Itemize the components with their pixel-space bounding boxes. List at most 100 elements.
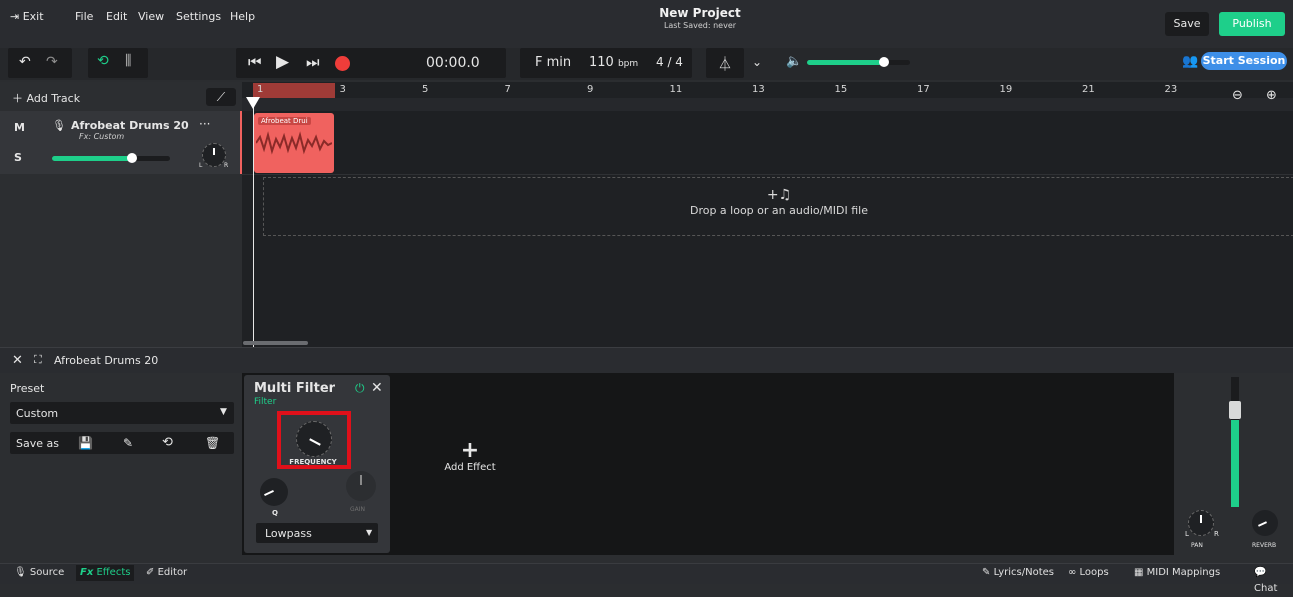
- delete-icon[interactable]: 🗑: [205, 436, 220, 450]
- playhead-marker[interactable]: [246, 97, 260, 109]
- track-pan-knob[interactable]: [202, 143, 226, 167]
- drop-zone[interactable]: +♫ Drop a loop or an audio/MIDI file: [263, 177, 1293, 236]
- split-icon[interactable]: ⫼: [125, 53, 131, 69]
- track-menu-icon[interactable]: ···: [199, 117, 210, 131]
- menu-edit[interactable]: Edit: [106, 10, 127, 23]
- tab-editor[interactable]: ✐ Editor: [142, 565, 191, 581]
- pan-l-label: L: [199, 162, 203, 169]
- add-track-button[interactable]: ＋ Add Track: [12, 90, 80, 106]
- gain-indicator: [360, 475, 362, 485]
- publish-button[interactable]: Publish: [1219, 12, 1285, 36]
- pencil-icon: ✎: [982, 567, 991, 578]
- menu-file[interactable]: File: [75, 10, 93, 23]
- add-user-icon[interactable]: 👥: [1182, 54, 1198, 69]
- reverb-label: REVERB: [1252, 542, 1277, 549]
- tab-loops[interactable]: ∞ Loops: [1064, 565, 1113, 581]
- pan-knob[interactable]: [1188, 510, 1214, 536]
- channel-fader-level: [1231, 420, 1239, 507]
- q-knob[interactable]: [260, 478, 288, 506]
- menu-help[interactable]: Help: [230, 10, 255, 23]
- ruler-strip: [242, 98, 1293, 111]
- exit-button[interactable]: ⇥ Exit: [10, 10, 44, 23]
- track-lane[interactable]: [242, 111, 1293, 175]
- loop-split-group: ⟲ ⫼: [88, 48, 148, 78]
- reverb-knob[interactable]: [1252, 510, 1278, 536]
- automation-button[interactable]: ⟋: [206, 88, 236, 106]
- tab-midi[interactable]: ▦ MIDI Mappings: [1130, 565, 1224, 581]
- ruler-number: 1: [257, 84, 264, 95]
- horizontal-scrollbar[interactable]: [243, 341, 308, 345]
- pan-r-label: R: [224, 162, 229, 169]
- power-icon[interactable]: ⏻: [355, 381, 365, 396]
- playhead[interactable]: [253, 98, 254, 347]
- mute-button[interactable]: M: [14, 121, 25, 134]
- dropdown-icon: ▼: [220, 407, 227, 417]
- edit-icon[interactable]: ✎: [123, 436, 133, 450]
- undo-redo-group: ↶ ↷: [8, 48, 72, 78]
- ruler-number: 23: [1164, 84, 1178, 95]
- ruler-number: 19: [999, 84, 1013, 95]
- record-icon[interactable]: [335, 56, 350, 71]
- track-fx: Fx: Custom: [79, 132, 125, 141]
- pencil-icon: ✐: [146, 567, 155, 578]
- start-session-button[interactable]: Start Session: [1201, 52, 1287, 70]
- solo-button[interactable]: S: [14, 151, 22, 164]
- volume-icon: 🔈: [786, 54, 803, 69]
- music-note-icon: +♫: [766, 187, 792, 203]
- dropdown-icon: ▼: [366, 528, 373, 537]
- loop-range[interactable]: [253, 83, 335, 98]
- project-title: New Project: [659, 6, 741, 20]
- zoom-in-icon[interactable]: ⊕: [1266, 88, 1277, 103]
- ruler-number: 9: [587, 84, 594, 95]
- zoom-out-icon[interactable]: ⊖: [1232, 88, 1243, 103]
- ruler-number: 7: [504, 84, 511, 95]
- key-display[interactable]: F min: [535, 55, 571, 70]
- menu-settings[interactable]: Settings: [176, 10, 221, 23]
- preset-select[interactable]: Custom ▼: [10, 402, 234, 424]
- add-effect-button[interactable]: + Add Effect: [440, 438, 500, 474]
- gain-knob[interactable]: [346, 471, 376, 501]
- track-name[interactable]: Afrobeat Drums 20: [71, 119, 189, 132]
- save-as-button[interactable]: Save as: [16, 437, 59, 450]
- expand-icon[interactable]: ⛶: [34, 353, 42, 367]
- effect-subtitle: Filter: [254, 397, 277, 407]
- undo-icon[interactable]: ↶: [19, 54, 31, 70]
- save-button[interactable]: Save: [1165, 12, 1209, 36]
- audio-clip[interactable]: Afrobeat Drui: [254, 113, 334, 173]
- filter-type-select[interactable]: Lowpass ▼: [256, 523, 378, 543]
- infinity-icon: ∞: [1068, 567, 1077, 578]
- automation-icon: ⟋: [216, 90, 226, 104]
- metronome-icon: ⏃: [718, 57, 732, 73]
- chevron-down-icon[interactable]: ⌄: [752, 55, 762, 69]
- skip-back-icon[interactable]: ⏮: [248, 53, 262, 71]
- bpm-display[interactable]: 110 bpm: [589, 55, 638, 70]
- preset-actions: Save as 💾 ✎ ⟲ 🗑: [10, 432, 234, 454]
- transport-group: ⏮ ▶ ⏭ 00:00.0: [236, 48, 506, 78]
- history-icon[interactable]: ⟲: [162, 435, 173, 450]
- tab-chat[interactable]: 💬 Chat: [1250, 565, 1293, 594]
- time-signature[interactable]: 4 / 4: [656, 55, 683, 69]
- skip-forward-icon[interactable]: ⏭: [306, 53, 320, 71]
- tab-lyrics[interactable]: ✎ Lyrics/Notes: [978, 565, 1058, 581]
- save-icon[interactable]: 💾: [78, 436, 93, 450]
- reverb-indicator: [1257, 521, 1268, 527]
- q-label: Q: [272, 509, 278, 517]
- plus-icon: +: [460, 438, 480, 463]
- ruler-number: 15: [834, 84, 848, 95]
- play-icon[interactable]: ▶: [276, 52, 289, 72]
- highlight-box: [277, 411, 351, 469]
- panel-title: Afrobeat Drums 20: [54, 354, 159, 367]
- fx-icon: Fx: [80, 567, 94, 578]
- close-effect-icon[interactable]: ✕: [371, 380, 383, 396]
- time-display: 00:00.0: [426, 55, 480, 71]
- menu-view[interactable]: View: [138, 10, 164, 23]
- exit-icon: ⇥: [10, 10, 20, 23]
- panel-header: ✕ ⛶ Afrobeat Drums 20: [0, 347, 1293, 374]
- tab-effects[interactable]: Fx Effects: [76, 565, 135, 581]
- tab-source[interactable]: 🎙 Source: [10, 565, 68, 581]
- channel-fader-thumb[interactable]: [1229, 401, 1241, 419]
- redo-icon[interactable]: ↷: [46, 54, 58, 70]
- loop-icon[interactable]: ⟲: [97, 53, 109, 69]
- metronome-button[interactable]: ⏃: [706, 48, 744, 78]
- close-icon[interactable]: ✕: [12, 353, 23, 368]
